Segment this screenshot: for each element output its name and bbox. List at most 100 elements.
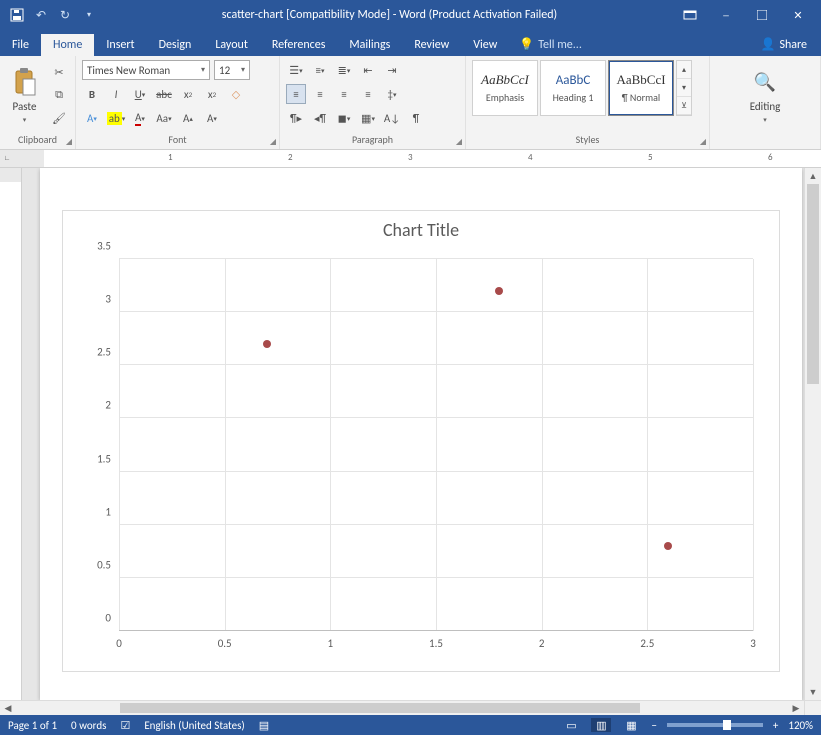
chevron-down-icon: ▾: [201, 65, 205, 75]
read-mode-button[interactable]: ▭: [561, 718, 581, 732]
style-emphasis[interactable]: AaBbCcIEmphasis: [472, 60, 538, 116]
close-button[interactable]: ✕: [781, 4, 815, 26]
chart-object[interactable]: Chart Title 00.511.522.533.500.511.522.5…: [62, 210, 780, 672]
minimize-button[interactable]: ─: [709, 4, 743, 26]
tab-file[interactable]: File: [0, 34, 41, 56]
ruler-vertical[interactable]: [0, 168, 22, 715]
find-icon: 🔍: [749, 66, 781, 98]
scroll-down-icon[interactable]: ▼: [805, 684, 821, 700]
zoom-level[interactable]: 120%: [788, 719, 813, 732]
rtl-button[interactable]: ◂¶: [310, 108, 330, 128]
tab-references[interactable]: References: [260, 34, 338, 56]
borders-button[interactable]: ▦▾: [358, 108, 378, 128]
qat-more-icon[interactable]: ▾: [80, 6, 98, 24]
multilevel-list-button[interactable]: ≣▾: [334, 60, 354, 80]
change-case-button[interactable]: Aa▾: [154, 108, 174, 128]
web-layout-button[interactable]: ▦: [621, 718, 641, 732]
scroll-thumb[interactable]: [807, 184, 819, 384]
cut-button[interactable]: ✂: [49, 62, 69, 82]
justify-button[interactable]: ≡: [358, 84, 378, 104]
tab-layout[interactable]: Layout: [203, 34, 260, 56]
sort-button[interactable]: A↓: [382, 108, 402, 128]
align-center-button[interactable]: ≡: [310, 84, 330, 104]
scroll-thumb[interactable]: [120, 703, 640, 713]
shrink-font-button[interactable]: A▾: [202, 108, 222, 128]
zoom-in-button[interactable]: +: [773, 719, 778, 732]
group-label: Font: [76, 133, 279, 149]
bullets-button[interactable]: ☰▾: [286, 60, 306, 80]
word-count[interactable]: 0 words: [71, 719, 106, 732]
data-point[interactable]: [664, 542, 672, 550]
subscript-button[interactable]: x2: [178, 84, 198, 104]
align-right-button[interactable]: ≡: [334, 84, 354, 104]
zoom-slider[interactable]: [667, 723, 763, 727]
decrease-indent-button[interactable]: ⇤: [358, 60, 378, 80]
document-page[interactable]: Chart Title 00.511.522.533.500.511.522.5…: [40, 168, 802, 700]
ruler-tab-icon[interactable]: ∟: [4, 152, 10, 163]
line-spacing-button[interactable]: ‡▾: [382, 84, 402, 104]
save-icon[interactable]: [8, 6, 26, 24]
scroll-right-icon[interactable]: ▶: [788, 701, 804, 715]
print-layout-button[interactable]: ▥: [591, 718, 611, 732]
text-effects-button[interactable]: A▾: [82, 108, 102, 128]
tab-design[interactable]: Design: [147, 34, 204, 56]
share-button[interactable]: 👤Share: [750, 33, 821, 56]
tab-insert[interactable]: Insert: [94, 34, 146, 56]
shading-button[interactable]: ◼▾: [334, 108, 354, 128]
ribbon-options-icon[interactable]: [673, 4, 707, 26]
highlight-button[interactable]: ab▾: [106, 108, 126, 128]
show-marks-button[interactable]: ¶: [406, 108, 426, 128]
horizontal-scrollbar[interactable]: ◀ ▶: [0, 700, 804, 715]
strikethrough-button[interactable]: abc: [154, 84, 174, 104]
styles-launcher-icon[interactable]: ◢: [700, 137, 706, 147]
copy-button[interactable]: ⧉: [49, 85, 69, 105]
styles-gallery[interactable]: AaBbCcIEmphasis AaBbCHeading 1 AaBbCcI¶ …: [472, 60, 692, 116]
increase-indent-button[interactable]: ⇥: [382, 60, 402, 80]
superscript-button[interactable]: x2: [202, 84, 222, 104]
zoom-out-button[interactable]: −: [651, 719, 656, 732]
paragraph-launcher-icon[interactable]: ◢: [456, 137, 462, 147]
format-painter-button[interactable]: 🖌: [49, 108, 69, 128]
italic-button[interactable]: I: [106, 84, 126, 104]
language-indicator[interactable]: English (United States): [144, 719, 244, 732]
align-left-button[interactable]: ≡: [286, 84, 306, 104]
y-tick: 1.5: [97, 452, 119, 465]
y-tick: 2: [105, 399, 119, 412]
ruler-horizontal[interactable]: ∟ 123456: [0, 150, 821, 168]
font-color-button[interactable]: A▾: [130, 108, 150, 128]
redo-icon[interactable]: ↻: [56, 6, 74, 24]
page-indicator[interactable]: Page 1 of 1: [8, 719, 57, 732]
tab-mailings[interactable]: Mailings: [337, 34, 402, 56]
tab-view[interactable]: View: [461, 34, 509, 56]
style-normal[interactable]: AaBbCcI¶ Normal: [608, 60, 674, 116]
clipboard-launcher-icon[interactable]: ◢: [66, 137, 72, 147]
grow-font-button[interactable]: A▴: [178, 108, 198, 128]
ltr-button[interactable]: ¶▸: [286, 108, 306, 128]
data-point[interactable]: [263, 340, 271, 348]
tab-review[interactable]: Review: [402, 34, 461, 56]
editing-button[interactable]: 🔍 Editing ▾: [741, 60, 789, 130]
scroll-up-icon[interactable]: ▲: [805, 168, 821, 184]
data-point[interactable]: [495, 287, 503, 295]
vertical-scrollbar[interactable]: ▲ ▼: [804, 168, 821, 700]
tell-me-search[interactable]: 💡Tell me...: [509, 33, 592, 56]
font-size-select[interactable]: 12▾: [214, 60, 250, 80]
spellcheck-icon[interactable]: ☑: [120, 719, 130, 732]
numbering-button[interactable]: ≡▾: [310, 60, 330, 80]
style-heading1[interactable]: AaBbCHeading 1: [540, 60, 606, 116]
undo-icon[interactable]: ↶: [32, 6, 50, 24]
paste-button[interactable]: Paste ▾: [6, 60, 43, 130]
underline-button[interactable]: U▾: [130, 84, 150, 104]
font-launcher-icon[interactable]: ◢: [270, 137, 276, 147]
macro-icon[interactable]: ▤: [259, 719, 269, 732]
font-name-select[interactable]: Times New Roman▾: [82, 60, 210, 80]
bold-button[interactable]: B: [82, 84, 102, 104]
chart-title[interactable]: Chart Title: [63, 211, 779, 245]
document-area: Chart Title 00.511.522.533.500.511.522.5…: [0, 168, 821, 715]
styles-more-button[interactable]: ▴▾⊻: [676, 60, 692, 116]
tab-home[interactable]: Home: [41, 34, 94, 56]
clear-formatting-button[interactable]: ◇: [226, 84, 246, 104]
scroll-left-icon[interactable]: ◀: [0, 701, 16, 715]
plot-area[interactable]: 00.511.522.533.500.511.522.53: [119, 259, 753, 631]
maximize-button[interactable]: [745, 4, 779, 26]
